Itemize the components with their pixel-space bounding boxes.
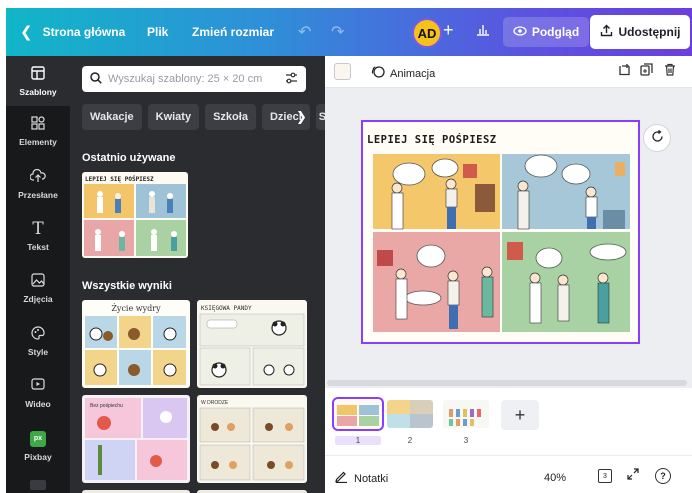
photo-icon bbox=[31, 272, 45, 291]
rail-label: Zdjęcia bbox=[23, 293, 53, 304]
recent-template-thumbnail[interactable]: LEPIEJ SIĘ POŚPIESZ bbox=[82, 172, 188, 258]
recent-section-title: Ostatnio używane bbox=[82, 152, 176, 164]
preview-button[interactable]: Podgląd bbox=[503, 17, 589, 47]
pixbay-icon: px bbox=[30, 430, 46, 449]
share-icon bbox=[600, 24, 613, 40]
delete-page-icon[interactable] bbox=[664, 63, 676, 79]
rail-label: Elementy bbox=[19, 136, 57, 147]
chevron-left-icon: ❮ bbox=[20, 24, 33, 41]
add-page-icon[interactable] bbox=[618, 63, 631, 79]
notes-icon bbox=[335, 471, 348, 486]
elements-icon bbox=[31, 115, 45, 134]
template-caption: Bez pośpiechu bbox=[90, 403, 123, 409]
editor-footer: Notatki 40% 3 ? bbox=[325, 455, 692, 493]
template-result-card[interactable]: Życie wydry bbox=[82, 300, 190, 388]
help-icon[interactable]: ? bbox=[655, 468, 671, 484]
avatar[interactable]: AD bbox=[412, 18, 442, 48]
page-thumbnail-2[interactable] bbox=[387, 400, 433, 428]
page-number: 3 bbox=[463, 436, 469, 445]
insights-chart-icon[interactable] bbox=[476, 23, 490, 36]
chip-sport[interactable]: Sp bbox=[315, 104, 325, 130]
category-chips: Wakacje Kwiaty Szkoła Dzieci Sp bbox=[82, 104, 325, 130]
rail-label: Szablony bbox=[19, 86, 57, 97]
regenerate-button[interactable] bbox=[643, 124, 671, 152]
fullscreen-icon[interactable] bbox=[627, 468, 639, 483]
chevron-right-icon[interactable]: ❯ bbox=[296, 109, 307, 125]
animation-icon bbox=[371, 65, 385, 82]
notes-label: Notatki bbox=[354, 472, 389, 485]
chip-wakacje[interactable]: Wakacje bbox=[82, 104, 142, 130]
add-page-button[interactable]: + bbox=[501, 400, 539, 430]
templates-panel: Wakacje Kwiaty Szkoła Dzieci Sp ❯ Ostatn… bbox=[70, 56, 325, 493]
more-apps-icon[interactable] bbox=[30, 480, 46, 490]
text-icon: T bbox=[32, 218, 44, 239]
duplicate-page-icon[interactable] bbox=[640, 63, 653, 79]
refresh-icon bbox=[651, 129, 664, 146]
share-label: Udostępnij bbox=[618, 25, 681, 39]
rail-label: Przesłane bbox=[18, 189, 58, 200]
page-thumbnail-3[interactable] bbox=[443, 400, 489, 428]
animation-label: Animacja bbox=[390, 67, 436, 80]
share-button[interactable]: Udostępnij bbox=[590, 15, 690, 49]
video-icon bbox=[31, 377, 45, 396]
page-thumbnail-1[interactable] bbox=[332, 397, 384, 431]
rail-label: Style bbox=[27, 346, 49, 357]
rail-label: Wideo bbox=[25, 398, 51, 409]
template-result-card[interactable]: W DRODZE bbox=[197, 395, 307, 483]
design-page[interactable]: LEPIEJ SIĘ POŚPIESZ bbox=[361, 120, 640, 344]
page-number: 2 bbox=[407, 436, 413, 445]
template-caption: KSIĘGOWA PANDY bbox=[201, 305, 252, 312]
search-input[interactable] bbox=[108, 73, 268, 85]
rail-label: Pixbay bbox=[24, 451, 52, 462]
home-button[interactable]: ❮ Strona główna bbox=[20, 23, 125, 41]
template-result-card[interactable]: KSIĘGOWA PANDY bbox=[197, 300, 307, 388]
page-number: 1 bbox=[335, 436, 381, 445]
comic-panels bbox=[373, 154, 630, 332]
all-results-section-title: Wszystkie wyniki bbox=[82, 280, 172, 292]
resize-button[interactable]: Zmień rozmiar bbox=[192, 25, 274, 39]
rail-item-video[interactable]: Wideo bbox=[6, 368, 70, 418]
rail-item-elements[interactable]: Elementy bbox=[6, 106, 70, 156]
rail-item-templates[interactable]: Szablony bbox=[6, 56, 70, 106]
rail-item-uploads[interactable]: Przesłane bbox=[6, 159, 70, 209]
search-icon bbox=[90, 71, 102, 87]
top-toolbar: ❮ Strona główna Plik Zmień rozmiar ↶ ↷ A… bbox=[6, 8, 692, 56]
template-icon bbox=[31, 65, 45, 84]
invite-plus-icon[interactable]: + bbox=[443, 20, 454, 41]
zoom-level[interactable]: 40% bbox=[544, 472, 566, 484]
eye-icon bbox=[513, 25, 527, 39]
rail-item-pixbay[interactable]: px Pixbay bbox=[6, 421, 70, 471]
rail-item-styles[interactable]: Style bbox=[6, 316, 70, 366]
template-result-card[interactable]: Bez pośpiechu bbox=[82, 395, 190, 483]
background-color-swatch[interactable] bbox=[334, 63, 351, 80]
undo-icon[interactable]: ↶ bbox=[298, 22, 311, 42]
editor-toolbar: Animacja bbox=[325, 56, 692, 88]
chip-szkola[interactable]: Szkoła bbox=[205, 104, 256, 130]
animate-button[interactable]: Animacja bbox=[371, 65, 435, 82]
upload-icon bbox=[29, 168, 46, 187]
notes-button[interactable]: Notatki bbox=[335, 471, 388, 486]
template-caption: Życie wydry bbox=[111, 304, 161, 313]
page-count-button[interactable]: 3 bbox=[598, 469, 612, 483]
rail-label: Tekst bbox=[27, 241, 49, 252]
filter-icon[interactable] bbox=[285, 72, 298, 87]
rail-item-text[interactable]: T Tekst bbox=[6, 211, 70, 261]
palette-icon bbox=[31, 325, 45, 344]
rail-item-photos[interactable]: Zdjęcia bbox=[6, 263, 70, 313]
preview-label: Podgląd bbox=[531, 25, 580, 39]
template-search[interactable] bbox=[82, 66, 306, 92]
home-label: Strona główna bbox=[42, 25, 126, 39]
redo-icon[interactable]: ↷ bbox=[331, 22, 344, 42]
svg-text:LEPIEJ SIĘ POŚPIESZ: LEPIEJ SIĘ POŚPIESZ bbox=[85, 176, 154, 183]
pages-strip: 1 2 3 + bbox=[325, 388, 692, 455]
chip-kwiaty[interactable]: Kwiaty bbox=[147, 104, 200, 130]
side-rail: Szablony Elementy Przesłane T Tekst Zdję… bbox=[6, 56, 70, 493]
file-menu-button[interactable]: Plik bbox=[147, 25, 168, 39]
template-caption: W DRODZE bbox=[201, 400, 229, 406]
